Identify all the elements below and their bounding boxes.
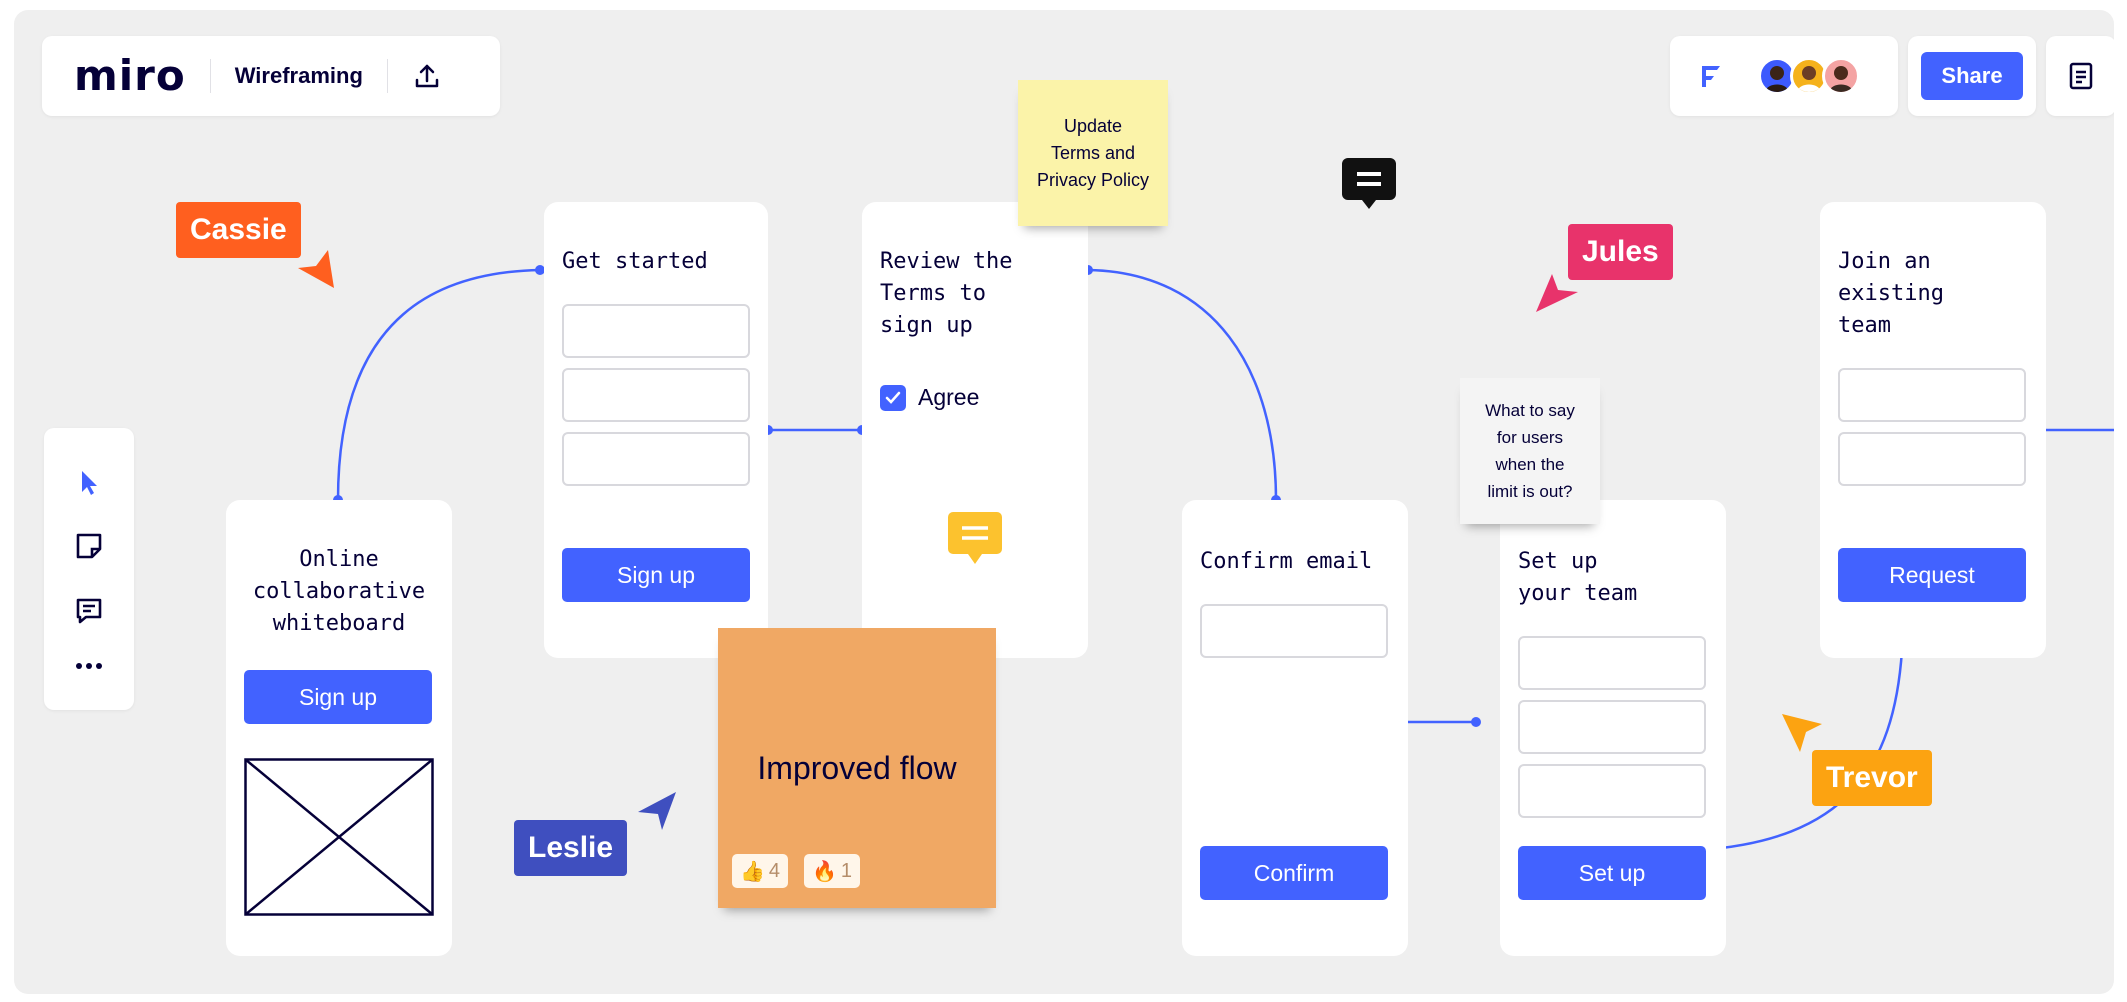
avatar[interactable] bbox=[1822, 57, 1860, 95]
comment-marker-icon[interactable] bbox=[1340, 156, 1398, 212]
cursor-label-leslie: Leslie bbox=[514, 820, 628, 876]
checkbox-label: Agree bbox=[918, 384, 980, 410]
text-field[interactable] bbox=[1838, 368, 2026, 422]
text-field[interactable] bbox=[562, 304, 750, 358]
request-button[interactable]: Request bbox=[1838, 548, 2026, 602]
reaction-thumbs-up[interactable]: 👍 4 bbox=[732, 854, 789, 888]
share-button[interactable]: Share bbox=[1921, 52, 2023, 100]
card-title: Confirm email bbox=[1200, 549, 1373, 574]
cursor-label-trevor: Trevor bbox=[1812, 750, 1932, 806]
text-field[interactable] bbox=[1518, 700, 1706, 754]
image-placeholder bbox=[244, 758, 434, 916]
miro-logo[interactable]: miro bbox=[42, 55, 186, 97]
notes-icon[interactable] bbox=[2068, 61, 2094, 91]
board-header: miro Wireframing bbox=[42, 36, 500, 116]
more-icon[interactable] bbox=[74, 661, 104, 671]
set-up-button[interactable]: Set up bbox=[1518, 846, 1706, 900]
text-field[interactable] bbox=[1838, 432, 2026, 486]
sticky-note[interactable]: What to say for users when the limit is … bbox=[1460, 378, 1600, 524]
collaborators-panel bbox=[1670, 36, 1898, 116]
card-title: Review the Terms to sign up bbox=[880, 249, 1013, 338]
agree-checkbox-row[interactable]: Agree bbox=[880, 384, 979, 411]
divider bbox=[386, 59, 388, 93]
sign-up-button[interactable]: Sign up bbox=[562, 548, 750, 602]
sticky-note[interactable]: Improved flow 👍 4 🔥 1 bbox=[718, 628, 996, 908]
canvas[interactable]: miro Wireframing Share Online collaborat… bbox=[14, 10, 2114, 994]
confirm-button[interactable]: Confirm bbox=[1200, 846, 1388, 900]
card-landing[interactable]: Online collaborative whiteboard Sign up bbox=[226, 500, 452, 956]
reaction-count: 1 bbox=[840, 859, 853, 882]
cursor-arrow-icon bbox=[632, 788, 682, 839]
card-get-started[interactable]: Get started Sign up bbox=[544, 202, 768, 658]
card-title: Get started bbox=[562, 249, 708, 274]
text-field[interactable] bbox=[1518, 636, 1706, 690]
sticky-text: Update Terms and Privacy Policy bbox=[1036, 115, 1150, 190]
cursor-label-cassie: Cassie bbox=[176, 202, 301, 258]
card-join-team[interactable]: Join an existing team Request bbox=[1820, 202, 2046, 658]
card-review-terms[interactable]: Review the Terms to sign up Agree bbox=[862, 202, 1088, 658]
cursor-label-jules: Jules bbox=[1568, 224, 1673, 280]
thumbs-up-icon: 👍 bbox=[740, 860, 765, 883]
comment-icon[interactable] bbox=[74, 596, 104, 626]
cursor-arrow-icon bbox=[1532, 270, 1582, 321]
checkbox-checked-icon[interactable] bbox=[880, 384, 906, 411]
card-confirm-email[interactable]: Confirm email Confirm bbox=[1182, 500, 1408, 956]
cursor-arrow-icon bbox=[1778, 710, 1828, 763]
fire-icon: 🔥 bbox=[812, 860, 837, 883]
sign-up-button[interactable]: Sign up bbox=[244, 670, 432, 724]
email-field[interactable] bbox=[1200, 604, 1388, 658]
sticky-text: What to say for users when the limit is … bbox=[1485, 401, 1575, 501]
card-setup-team[interactable]: Set up your team Set up bbox=[1500, 500, 1726, 956]
divider bbox=[209, 59, 211, 93]
card-title: Online collaborative whiteboard bbox=[252, 547, 426, 636]
text-field[interactable] bbox=[1518, 764, 1706, 818]
export-icon[interactable] bbox=[412, 61, 442, 91]
share-panel: Share bbox=[1908, 36, 2036, 116]
notes-panel bbox=[2046, 36, 2114, 116]
comment-marker-icon[interactable] bbox=[946, 510, 1004, 566]
card-title: Set up your team bbox=[1518, 549, 1638, 606]
text-field[interactable] bbox=[562, 368, 750, 422]
cursor-arrow-icon bbox=[294, 246, 340, 297]
select-cursor-icon[interactable] bbox=[78, 468, 100, 496]
text-field[interactable] bbox=[562, 432, 750, 486]
reaction-count: 4 bbox=[768, 859, 781, 882]
card-title: Join an existing team bbox=[1838, 249, 1944, 338]
sticky-note-icon[interactable] bbox=[74, 531, 104, 561]
follow-icon[interactable] bbox=[1700, 63, 1722, 89]
board-title[interactable]: Wireframing bbox=[235, 63, 363, 89]
sticky-text: Improved flow bbox=[757, 749, 957, 786]
reaction-fire[interactable]: 🔥 1 bbox=[804, 854, 861, 888]
sticky-note[interactable]: Update Terms and Privacy Policy bbox=[1018, 80, 1168, 226]
left-toolbar bbox=[44, 428, 134, 710]
